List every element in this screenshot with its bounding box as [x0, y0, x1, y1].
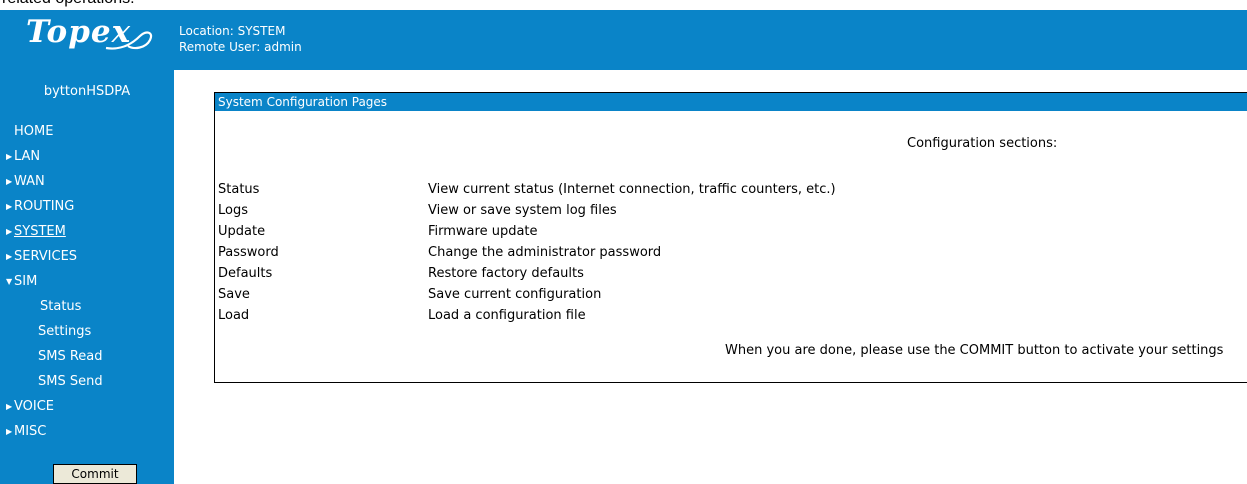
sidebar-item-system[interactable]: ▶ SYSTEM	[0, 219, 174, 244]
sidebar-item-voice[interactable]: ▶ VOICE	[0, 394, 174, 419]
section-name[interactable]: Defaults	[218, 263, 272, 284]
section-row-password[interactable]: Password Change the administrator passwo…	[218, 242, 1218, 263]
section-description: Restore factory defaults	[428, 266, 584, 281]
sidebar-item-home[interactable]: HOME	[0, 119, 174, 144]
section-name[interactable]: Load	[218, 305, 249, 326]
top-header: Topex Location: SYSTEM Remote User: admi…	[0, 10, 1247, 70]
triangle-right-icon: ▶	[6, 402, 13, 411]
sidebar-item-wan[interactable]: ▶ WAN	[0, 169, 174, 194]
logo-swoosh-icon	[105, 31, 153, 50]
sidebar-item-services[interactable]: ▶ SERVICES	[0, 244, 174, 269]
page-caption: related operations.	[2, 0, 135, 10]
sidebar-item-label: HOME	[14, 124, 54, 139]
sidebar-item-label: LAN	[14, 149, 41, 164]
sidebar-item-label: SMS Send	[38, 374, 103, 389]
triangle-right-icon: ▶	[6, 152, 13, 161]
commit-instruction: When you are done, please use the COMMIT…	[725, 343, 1224, 358]
section-name[interactable]: Password	[218, 242, 279, 263]
sidebar-item-label: SERVICES	[14, 249, 78, 264]
sidebar-item-label: Settings	[38, 324, 92, 339]
triangle-right-icon: ▶	[6, 252, 13, 261]
triangle-right-icon: ▶	[6, 427, 13, 436]
sidebar: byttonHSDPA HOME ▶ LAN ▶ WAN ▶ ROUTING ▶…	[0, 70, 174, 484]
sections-list: Status View current status (Internet con…	[218, 179, 1218, 326]
sidebar-item-label: VOICE	[14, 399, 55, 414]
triangle-right-icon: ▶	[6, 227, 13, 236]
sidebar-subitem-status[interactable]: Status	[0, 294, 174, 319]
section-name[interactable]: Status	[218, 179, 259, 200]
commit-button[interactable]: Commit	[53, 464, 137, 484]
section-description: Load a configuration file	[428, 308, 586, 323]
remote-user-text: Remote User: admin	[179, 40, 302, 54]
sidebar-subitem-settings[interactable]: Settings	[0, 319, 174, 344]
section-row-save[interactable]: Save Save current configuration	[218, 284, 1218, 305]
sidebar-item-sim[interactable]: ▼ SIM	[0, 269, 174, 294]
section-row-defaults[interactable]: Defaults Restore factory defaults	[218, 263, 1218, 284]
sidebar-menu: HOME ▶ LAN ▶ WAN ▶ ROUTING ▶ SYSTEM ▶ SE…	[0, 119, 174, 444]
location-text: Location: SYSTEM	[179, 24, 286, 38]
sidebar-subitem-sms-read[interactable]: SMS Read	[0, 344, 174, 369]
sidebar-item-routing[interactable]: ▶ ROUTING	[0, 194, 174, 219]
sidebar-item-lan[interactable]: ▶ LAN	[0, 144, 174, 169]
header-info: Location: SYSTEM Remote User: admin	[179, 23, 302, 55]
section-row-load[interactable]: Load Load a configuration file	[218, 305, 1218, 326]
device-name: byttonHSDPA	[43, 84, 131, 99]
sidebar-item-label: SYSTEM	[14, 224, 66, 239]
triangle-right-icon: ▶	[6, 177, 13, 186]
section-row-logs[interactable]: Logs View or save system log files	[218, 200, 1218, 221]
section-description: Firmware update	[428, 224, 538, 239]
sidebar-item-misc[interactable]: ▶ MISC	[0, 419, 174, 444]
section-description: View current status (Internet connection…	[428, 182, 836, 197]
sidebar-item-label: SMS Read	[38, 349, 103, 364]
triangle-right-icon: ▶	[6, 202, 13, 211]
sidebar-item-label: SIM	[14, 274, 38, 289]
triangle-down-icon: ▼	[6, 277, 13, 286]
sidebar-item-label: ROUTING	[14, 199, 75, 214]
section-name[interactable]: Logs	[218, 200, 248, 221]
section-name[interactable]: Update	[218, 221, 265, 242]
sidebar-item-label: Status	[40, 299, 82, 314]
sidebar-subitem-sms-send[interactable]: SMS Send	[0, 369, 174, 394]
config-panel: System Configuration Pages Configuration…	[214, 92, 1247, 383]
section-name[interactable]: Save	[218, 284, 250, 305]
section-description: Save current configuration	[428, 287, 602, 302]
sidebar-item-label: MISC	[14, 424, 47, 439]
section-row-update[interactable]: Update Firmware update	[218, 221, 1218, 242]
sections-heading: Configuration sections:	[907, 136, 1058, 151]
section-description: View or save system log files	[428, 203, 617, 218]
section-row-status[interactable]: Status View current status (Internet con…	[218, 179, 1218, 200]
panel-title: System Configuration Pages	[215, 93, 1247, 111]
sidebar-item-label: WAN	[14, 174, 45, 189]
section-description: Change the administrator password	[428, 245, 662, 260]
